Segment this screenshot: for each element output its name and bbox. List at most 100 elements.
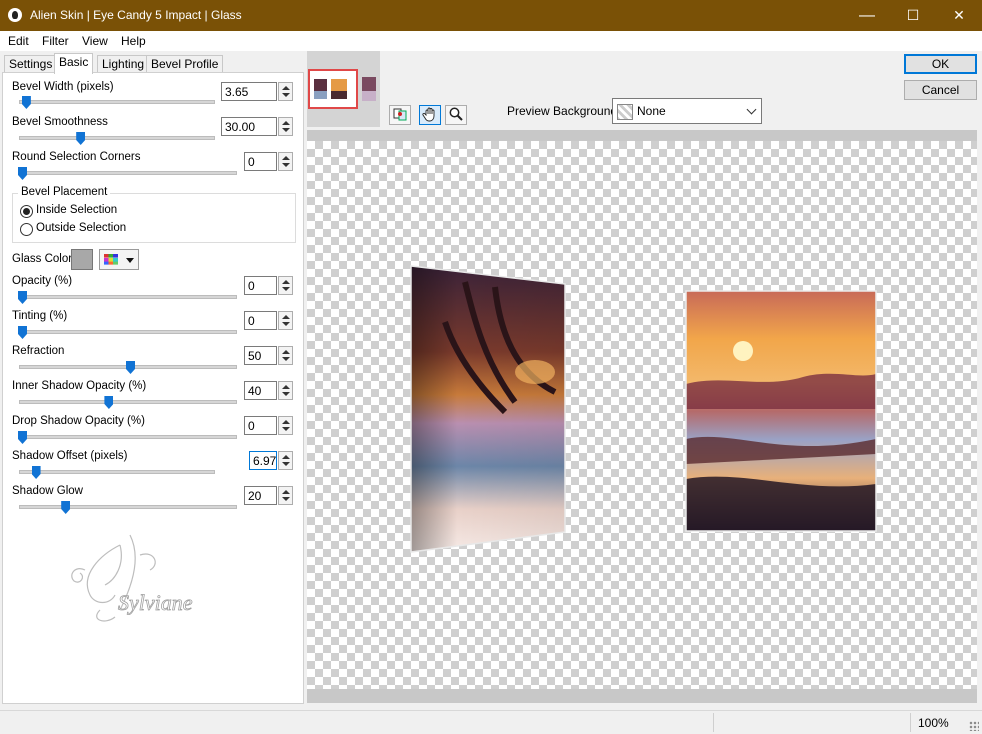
menu-view[interactable]: View: [82, 34, 108, 48]
opacity-spinner[interactable]: [278, 276, 293, 295]
preview-background-select[interactable]: None: [612, 98, 762, 124]
menu-bar: Edit Filter View Help: [0, 31, 982, 51]
bevel-placement-title: Bevel Placement: [18, 186, 111, 198]
hand-icon: [422, 107, 435, 122]
drop-shadow-opacity-value: 0: [248, 419, 255, 433]
bevel-smoothness-value: 30.00: [225, 120, 256, 134]
drop-shadow-opacity-track[interactable]: [19, 435, 237, 439]
menu-filter[interactable]: Filter: [42, 34, 69, 48]
tab-basic[interactable]: Basic: [54, 53, 94, 74]
compare-button[interactable]: [389, 105, 411, 125]
resize-grip-icon[interactable]: [969, 721, 979, 731]
watermark-text: Sylviane: [118, 590, 193, 615]
preview-image-left: [410, 265, 566, 553]
bevel-smoothness-input[interactable]: 30.00: [221, 117, 293, 136]
preview-bottom-bar: [307, 689, 977, 703]
thumbnail-images: [314, 79, 347, 99]
round-corners-track[interactable]: [19, 171, 237, 175]
bevel-placement-group: [12, 193, 296, 243]
preview-background-label: Preview Background:: [507, 104, 621, 118]
bevel-smoothness-track[interactable]: [19, 136, 215, 140]
refraction-input[interactable]: 50: [244, 346, 293, 365]
status-separator: [910, 713, 911, 732]
compare-icon: [393, 108, 407, 121]
preview-top-bar: [307, 130, 977, 141]
hand-tool-button[interactable]: [419, 105, 441, 125]
inner-shadow-opacity-input[interactable]: 40: [244, 381, 293, 400]
tinting-label: Tinting (%): [12, 310, 68, 322]
shadow-offset-value: 6.97: [253, 454, 277, 468]
bevel-width-value: 3.65: [225, 85, 249, 99]
menu-edit[interactable]: Edit: [8, 34, 29, 48]
maximize-button[interactable]: ☐: [890, 0, 936, 31]
bevel-width-spinner[interactable]: [278, 82, 293, 101]
opacity-value: 0: [248, 279, 255, 293]
tinting-input[interactable]: 0: [244, 311, 293, 330]
opacity-label: Opacity (%): [12, 275, 73, 287]
tab-lighting[interactable]: Lighting: [97, 55, 150, 73]
refraction-spinner[interactable]: [278, 346, 293, 365]
zoom-level: 100%: [918, 716, 949, 730]
opacity-track[interactable]: [19, 295, 237, 299]
opacity-input[interactable]: 0: [244, 276, 293, 295]
glass-color-label: Glass Color: [12, 253, 73, 265]
round-corners-value: 0: [248, 155, 255, 169]
drop-shadow-opacity-input[interactable]: 0: [244, 416, 293, 435]
watermark-logo: Sylviane: [71, 534, 193, 622]
menu-help[interactable]: Help: [121, 34, 146, 48]
cancel-button[interactable]: Cancel: [904, 80, 977, 100]
color-picker-dropdown[interactable]: [99, 249, 139, 270]
bevel-smoothness-spinner[interactable]: [278, 117, 293, 136]
shadow-glow-label: Shadow Glow: [12, 485, 83, 497]
drop-shadow-opacity-label: Drop Shadow Opacity (%): [12, 415, 145, 427]
palette-icon: [104, 254, 118, 265]
inner-shadow-opacity-track[interactable]: [19, 400, 237, 404]
caret-down-icon: [126, 258, 134, 263]
shadow-offset-track[interactable]: [19, 470, 215, 474]
shadow-offset-spinner[interactable]: [278, 451, 293, 470]
inside-selection-label[interactable]: Inside Selection: [36, 204, 117, 216]
round-corners-label: Round Selection Corners: [12, 151, 141, 163]
refraction-label: Refraction: [12, 345, 65, 357]
chevron-down-icon: [746, 104, 757, 115]
status-separator: [713, 713, 714, 732]
bevel-width-input[interactable]: 3.65: [221, 82, 293, 101]
zoom-icon: [449, 107, 463, 121]
tinting-track[interactable]: [19, 330, 237, 334]
tab-bevel-profile[interactable]: Bevel Profile: [146, 55, 224, 73]
ok-button[interactable]: OK: [904, 54, 977, 74]
shadow-glow-spinner[interactable]: [278, 486, 293, 505]
shadow-glow-track[interactable]: [19, 505, 237, 509]
preview-background-value: None: [637, 104, 666, 118]
title-bar: Alien Skin | Eye Candy 5 Impact | Glass …: [0, 0, 982, 31]
close-button[interactable]: ✕: [936, 0, 982, 31]
tab-settings[interactable]: Settings: [4, 55, 58, 73]
bevel-width-track[interactable]: [19, 100, 215, 104]
minimize-button[interactable]: —: [844, 0, 890, 31]
outside-selection-radio[interactable]: [20, 223, 33, 236]
preview-image-right: [685, 290, 877, 532]
shadow-glow-input[interactable]: 20: [244, 486, 293, 505]
zoom-tool-button[interactable]: [445, 105, 467, 125]
round-corners-spinner[interactable]: [278, 152, 293, 171]
app-icon: [8, 8, 22, 22]
shadow-offset-input[interactable]: 6.97: [249, 451, 293, 470]
refraction-value: 50: [248, 349, 262, 363]
shadow-glow-value: 20: [248, 489, 262, 503]
inner-shadow-opacity-spinner[interactable]: [278, 381, 293, 400]
tinting-spinner[interactable]: [278, 311, 293, 330]
round-corners-input[interactable]: 0: [244, 152, 293, 171]
inner-shadow-opacity-value: 40: [248, 384, 262, 398]
bevel-width-label: Bevel Width (pixels): [12, 81, 114, 93]
inner-shadow-opacity-label: Inner Shadow Opacity (%): [12, 380, 147, 392]
window-title: Alien Skin | Eye Candy 5 Impact | Glass: [30, 8, 242, 22]
checker-icon: [617, 104, 633, 120]
thumbnail-selected[interactable]: [308, 69, 358, 109]
glass-color-swatch[interactable]: [71, 249, 93, 270]
outside-selection-label[interactable]: Outside Selection: [36, 222, 126, 234]
tinting-value: 0: [248, 314, 255, 328]
status-bar: 100%: [0, 710, 982, 734]
inside-selection-radio[interactable]: [20, 205, 33, 218]
drop-shadow-opacity-spinner[interactable]: [278, 416, 293, 435]
thumbnail-next[interactable]: [362, 77, 376, 101]
